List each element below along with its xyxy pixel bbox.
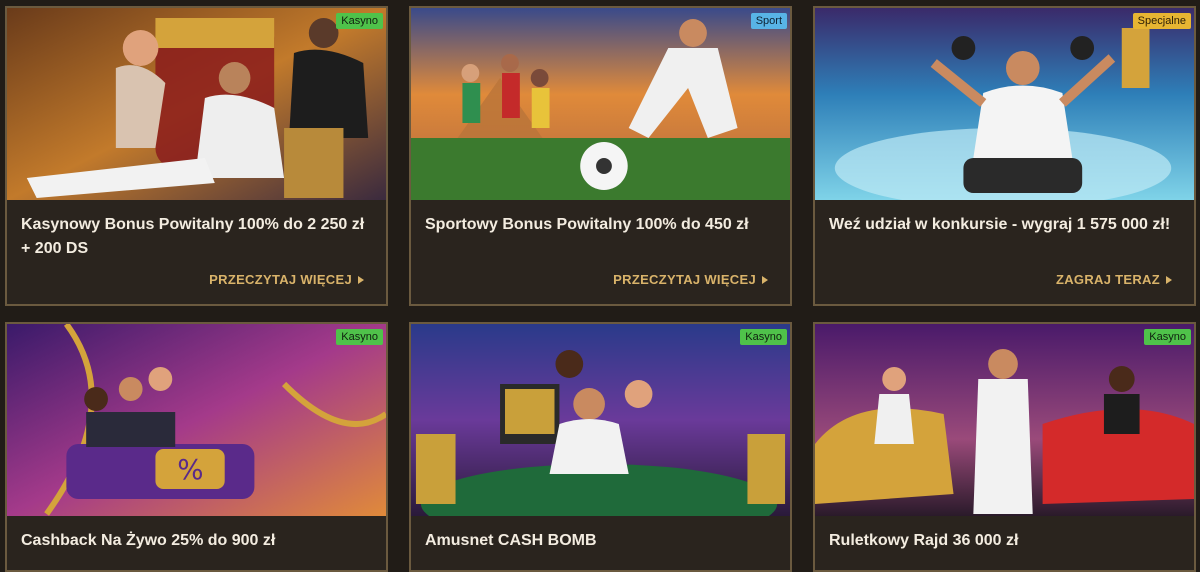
category-badge: Kasyno [740,329,787,345]
promo-image-poker-table[interactable] [411,324,790,516]
promo-card-contest[interactable]: Specjalne Weź udział w konkursie - wygra… [813,6,1196,306]
read-more-link[interactable]: PRZECZYTAJ WIĘCEJ [209,272,352,287]
category-badge: Sport [750,13,787,29]
promo-card-sport-welcome[interactable]: Sport Sportowy Bonus Powitalny 100% do 4… [409,6,792,306]
promo-title: Amusnet CASH BOMB [425,532,597,549]
svg-text:%: % [177,453,203,486]
category-badge: Specjalne [1132,13,1191,29]
promo-image-rollercoaster[interactable]: % [7,324,386,516]
arrow-right-icon [358,276,364,284]
category-badge: Kasyno [1144,329,1191,345]
promo-image-throne[interactable] [7,8,386,200]
read-more-link[interactable]: PRZECZYTAJ WIĘCEJ [613,272,756,287]
play-now-link[interactable]: ZAGRAJ TERAZ [1056,272,1160,287]
promo-image-cars[interactable] [815,324,1194,516]
promo-card-cash-bomb[interactable]: Kasyno Amusnet CASH BOMB [409,322,792,572]
promo-title: Weź udział w konkursie - wygraj 1 575 00… [829,216,1171,233]
promo-title: Ruletkowy Rajd 36 000 zł [829,532,1019,549]
promo-title: Kasynowy Bonus Powitalny 100% do 2 250 z… [21,216,365,257]
promotions-grid: Kasyno Kasynowy Bonus Powitalny 100% do … [0,0,1200,572]
promo-image-jetski[interactable] [815,8,1194,200]
arrow-right-icon [1166,276,1172,284]
promo-title: Sportowy Bonus Powitalny 100% do 450 zł [425,216,749,233]
category-badge: Kasyno [336,329,383,345]
promo-card-cashback[interactable]: % Kasyno Cashback Na Żywo 25% do 900 zł [5,322,388,572]
promo-card-roulette-race[interactable]: Kasyno Ruletkowy Rajd 36 000 zł [813,322,1196,572]
promo-title: Cashback Na Żywo 25% do 900 zł [21,532,276,549]
promo-card-casino-welcome[interactable]: Kasyno Kasynowy Bonus Powitalny 100% do … [5,6,388,306]
category-badge: Kasyno [336,13,383,29]
promo-image-football[interactable] [411,8,790,200]
arrow-right-icon [762,276,768,284]
